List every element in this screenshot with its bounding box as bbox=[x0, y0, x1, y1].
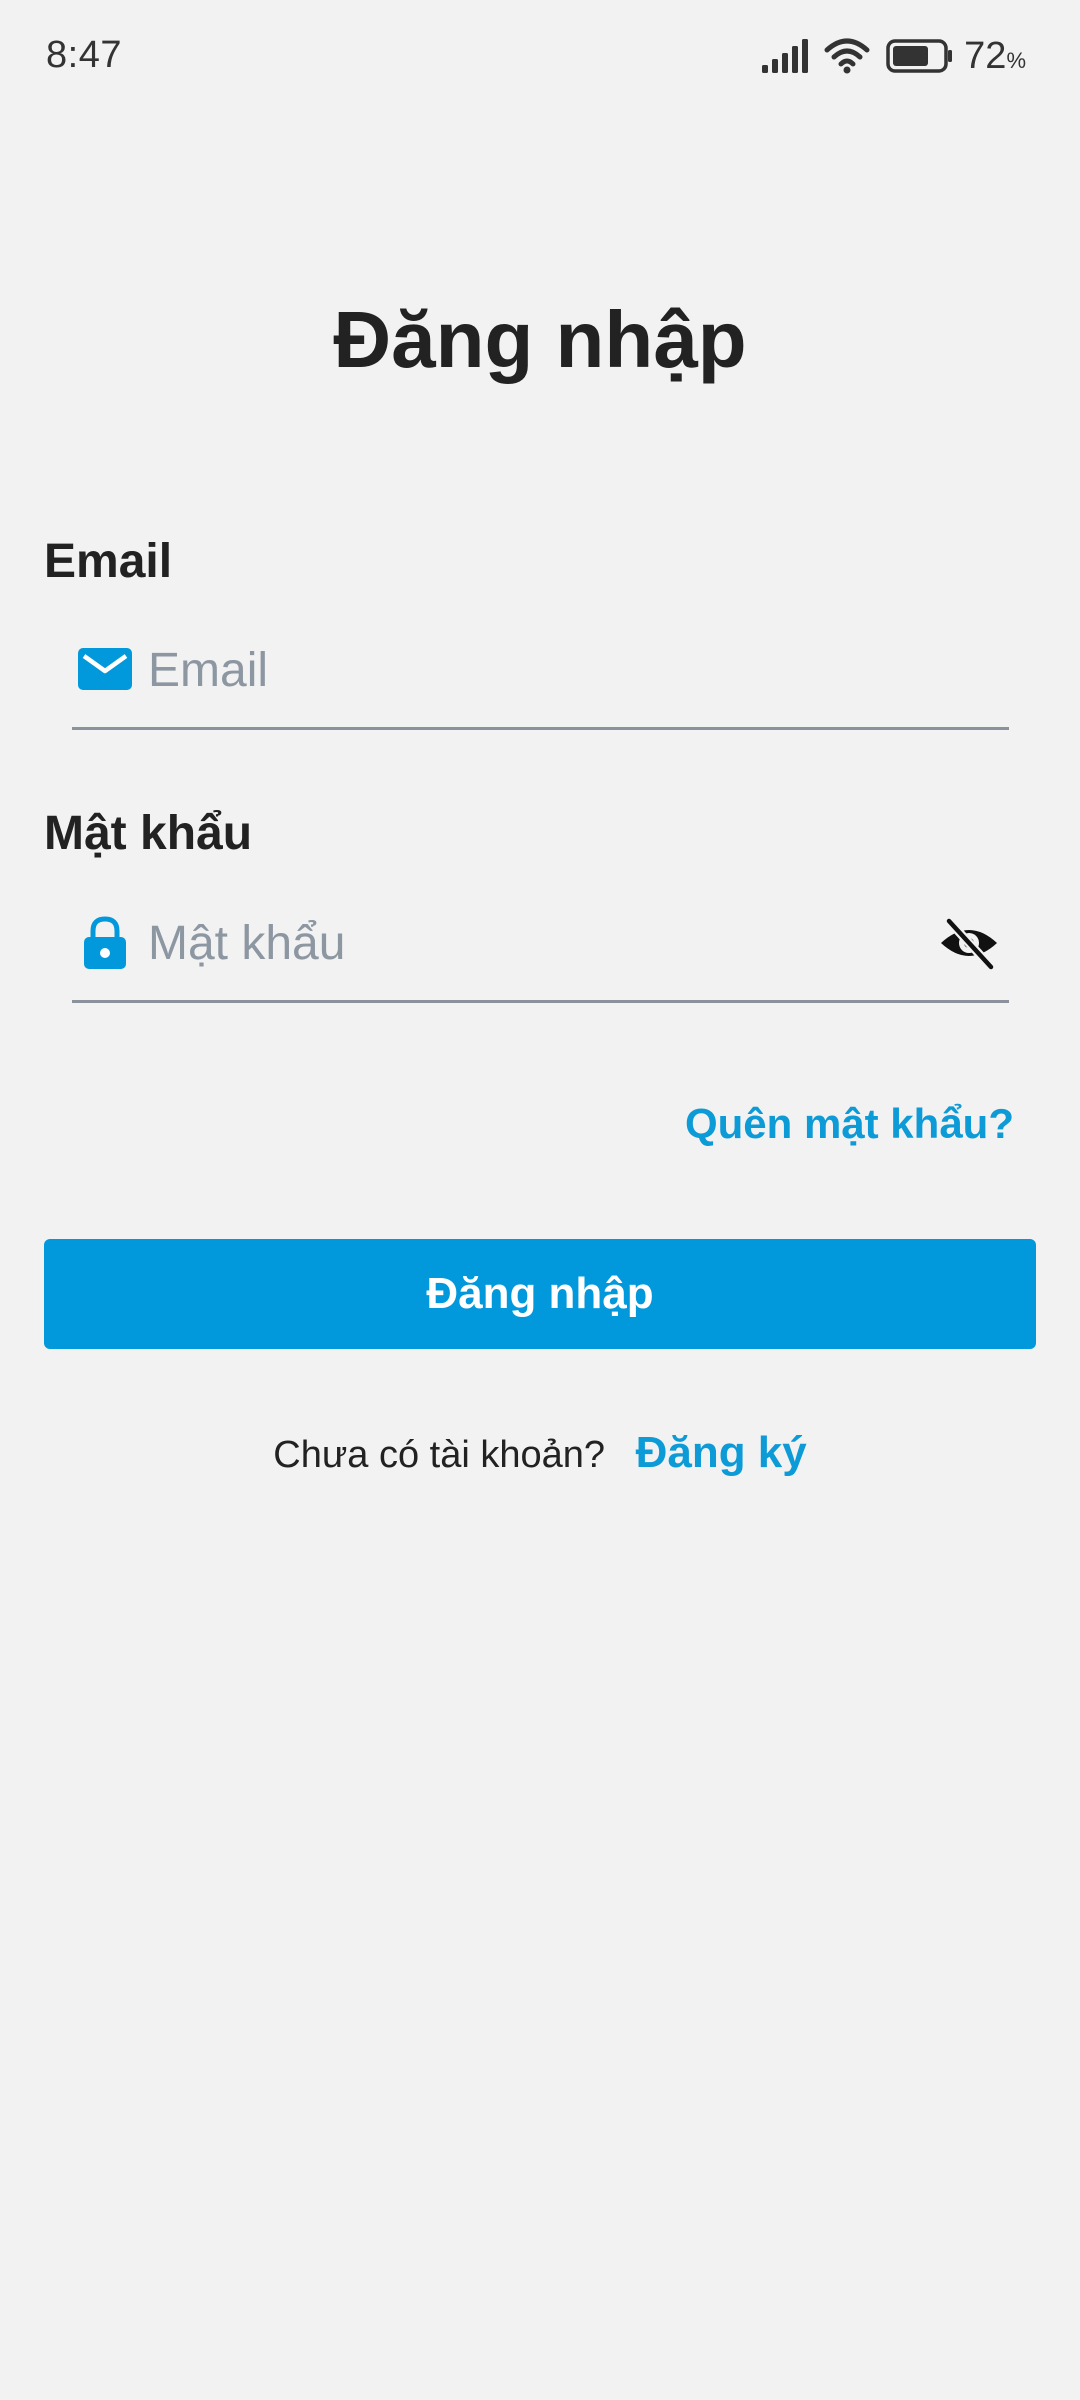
page-title: Đăng nhập bbox=[333, 295, 747, 384]
email-label: Email bbox=[44, 535, 173, 588]
email-field[interactable] bbox=[72, 620, 1009, 730]
signup-prompt: Chưa có tài khoản? bbox=[273, 1434, 606, 1476]
eye-off-icon[interactable] bbox=[937, 911, 1001, 975]
battery-icon bbox=[886, 39, 954, 73]
signal-icon bbox=[762, 39, 810, 73]
status-icons: 72% bbox=[762, 34, 1026, 78]
login-button[interactable]: Đăng nhập bbox=[44, 1239, 1036, 1349]
email-input[interactable] bbox=[148, 634, 928, 706]
status-time: 8:47 bbox=[46, 34, 122, 76]
signup-row: Chưa có tài khoản? Đăng ký bbox=[0, 1428, 1080, 1478]
forgot-password-link[interactable]: Quên mật khẩu? bbox=[685, 1100, 1014, 1148]
status-bar: 8:47 72% bbox=[0, 0, 1080, 118]
mail-icon bbox=[76, 640, 134, 698]
lock-icon bbox=[76, 913, 134, 971]
signup-link[interactable]: Đăng ký bbox=[636, 1428, 807, 1477]
password-input[interactable] bbox=[148, 907, 928, 979]
battery-percent: 72% bbox=[964, 34, 1026, 77]
password-field[interactable] bbox=[72, 893, 1009, 1003]
wifi-icon bbox=[824, 38, 870, 74]
password-label: Mật khẩu bbox=[44, 807, 253, 860]
